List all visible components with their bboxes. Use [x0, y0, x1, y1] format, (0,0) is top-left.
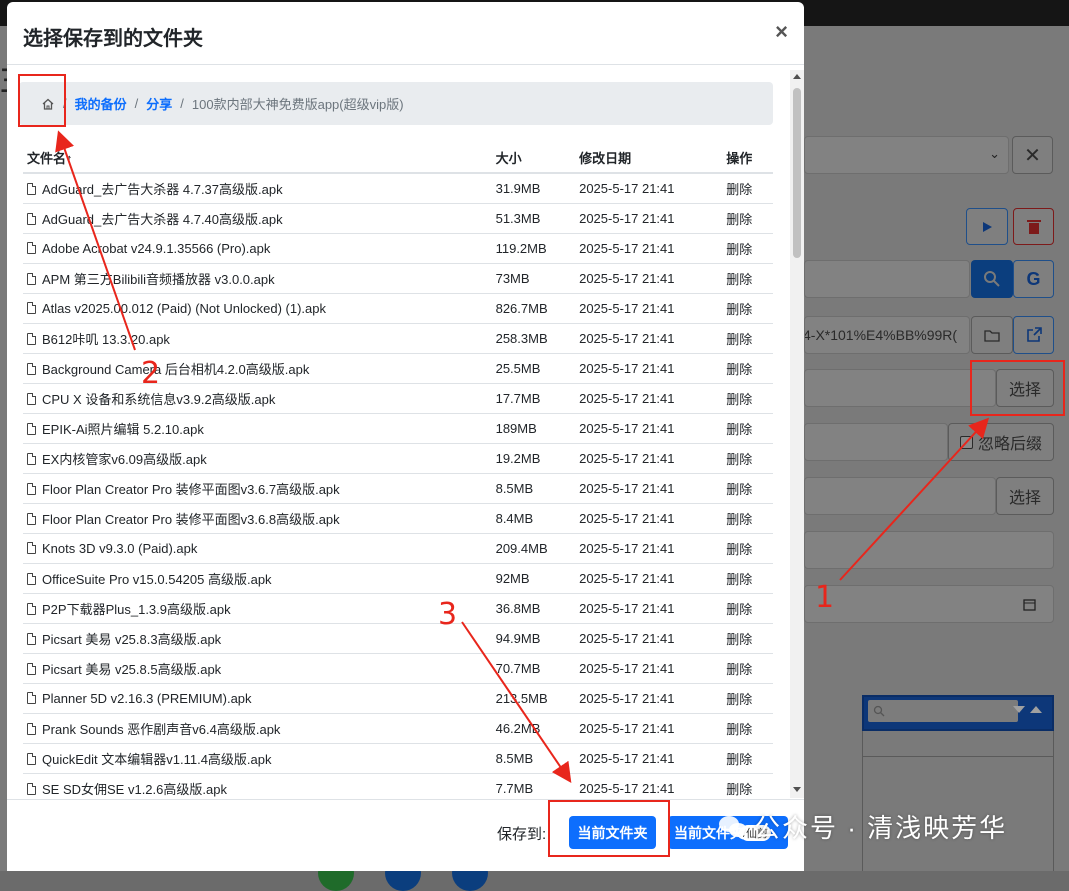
arrow-3 — [461, 621, 572, 783]
arrow-1 — [839, 417, 990, 581]
watermark: 公众号 · 清浅映芳华 — [718, 808, 1007, 845]
watermark-text: 公众号 · 清浅映芳华 — [754, 813, 1008, 843]
arrow-2 — [55, 130, 136, 351]
annotation-arrows — [55, 130, 990, 783]
wechat-icon — [719, 815, 747, 837]
